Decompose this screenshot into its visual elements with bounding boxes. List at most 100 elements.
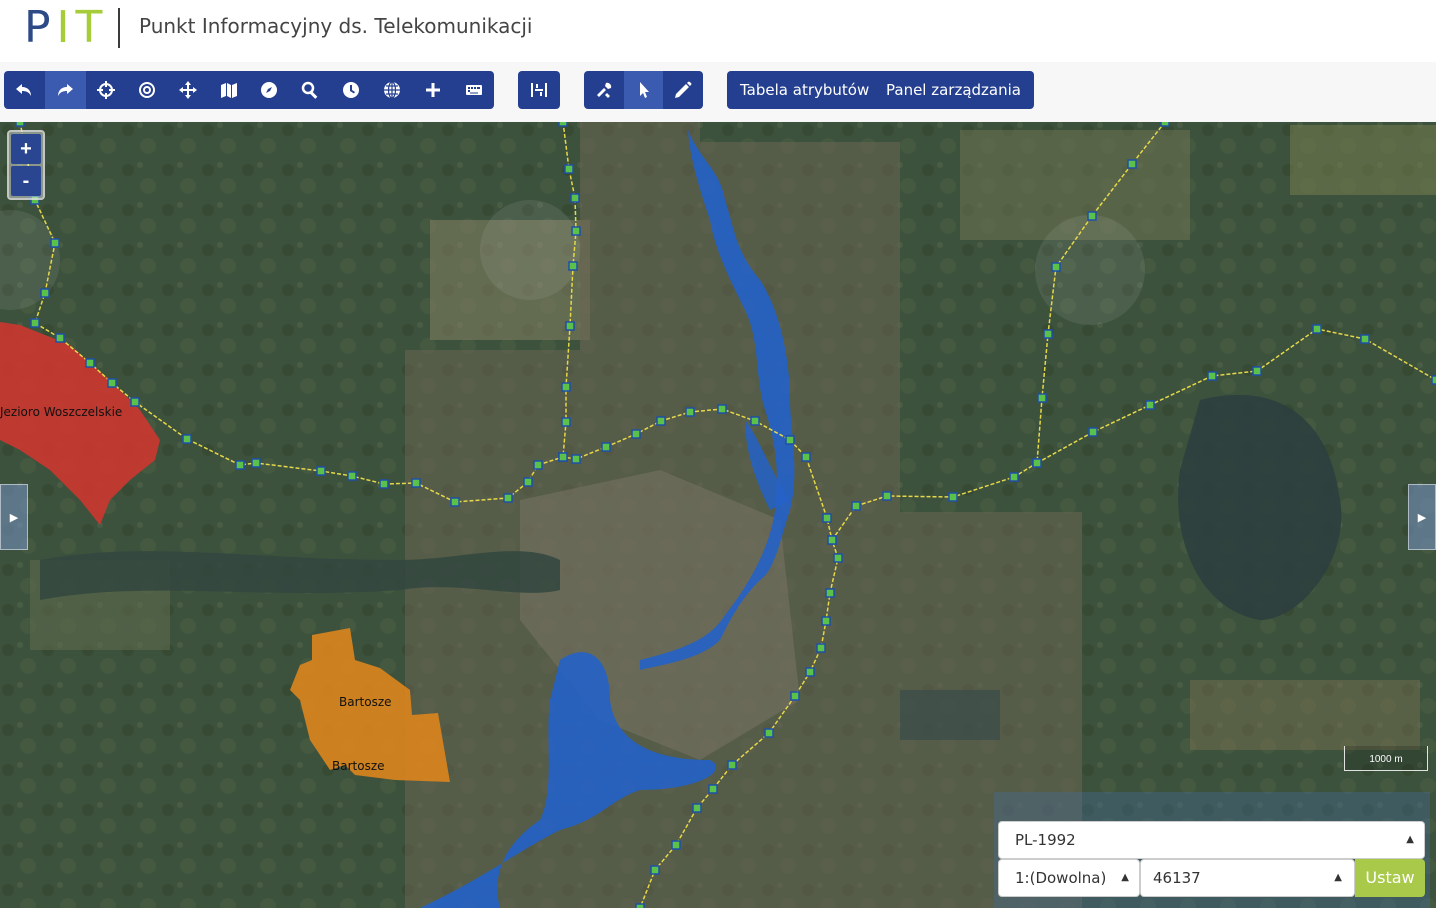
network-node[interactable] xyxy=(821,616,831,626)
network-node[interactable] xyxy=(764,728,774,738)
network-node[interactable] xyxy=(650,865,660,875)
search-button[interactable] xyxy=(290,71,331,109)
network-node[interactable] xyxy=(816,643,826,653)
keyboard-button[interactable] xyxy=(453,71,494,109)
network-node[interactable] xyxy=(1360,334,1370,344)
network-node[interactable] xyxy=(1160,122,1170,127)
network-node[interactable] xyxy=(1087,211,1097,221)
zoom-out-button[interactable]: - xyxy=(11,166,41,196)
network-node[interactable] xyxy=(833,553,843,563)
network-node[interactable] xyxy=(601,442,611,452)
scale-select[interactable]: 1:(Dowolna) ▲ xyxy=(998,859,1140,897)
network-node[interactable] xyxy=(805,667,815,677)
globe-button[interactable] xyxy=(371,71,412,109)
network-node[interactable] xyxy=(1145,400,1155,410)
network-node[interactable] xyxy=(717,404,727,414)
network-node[interactable] xyxy=(790,691,800,701)
network-node[interactable] xyxy=(1043,329,1053,339)
network-node[interactable] xyxy=(130,397,140,407)
move-button[interactable] xyxy=(167,71,208,109)
network-node[interactable] xyxy=(411,478,421,488)
network-node[interactable] xyxy=(1051,262,1061,272)
network-node[interactable] xyxy=(523,477,533,487)
undo-button[interactable] xyxy=(4,71,45,109)
network-node[interactable] xyxy=(1127,159,1137,169)
network-node[interactable] xyxy=(750,416,760,426)
network-node[interactable] xyxy=(851,501,861,511)
network-node[interactable] xyxy=(85,358,95,368)
network-node[interactable] xyxy=(570,193,580,203)
network-node[interactable] xyxy=(785,435,795,445)
network-node[interactable] xyxy=(450,497,460,507)
attributes-table-button[interactable]: Tabela atrybutów xyxy=(727,71,883,109)
tools-button[interactable] xyxy=(584,71,624,109)
network-node[interactable] xyxy=(347,471,357,481)
pencil-button[interactable] xyxy=(663,71,703,109)
left-panel-toggle[interactable]: ▶ xyxy=(0,484,28,550)
network-node[interactable] xyxy=(1088,427,1098,437)
network-node[interactable] xyxy=(708,784,718,794)
network-node[interactable] xyxy=(827,535,837,545)
network-node[interactable] xyxy=(40,288,50,298)
network-node[interactable] xyxy=(1009,472,1019,482)
network-node[interactable] xyxy=(564,164,574,174)
network-node[interactable] xyxy=(561,382,571,392)
network-node[interactable] xyxy=(15,122,25,127)
network-node[interactable] xyxy=(635,903,645,908)
network-node[interactable] xyxy=(671,840,681,850)
network-node[interactable] xyxy=(558,122,568,127)
network-node[interactable] xyxy=(50,238,60,248)
network-node[interactable] xyxy=(561,417,571,427)
network-node[interactable] xyxy=(55,333,65,343)
crs-select[interactable]: PL-1992 ▲ xyxy=(998,821,1425,859)
clock-button[interactable] xyxy=(331,71,372,109)
management-panel-button[interactable]: Panel zarządzania xyxy=(873,71,1034,109)
zoom-in-button[interactable]: + xyxy=(11,134,41,164)
pit-logo[interactable]: PIT xyxy=(24,4,108,52)
network-node[interactable] xyxy=(503,493,513,503)
network-node[interactable] xyxy=(656,416,666,426)
compass-button[interactable] xyxy=(249,71,290,109)
network-node[interactable] xyxy=(1032,458,1042,468)
map-button[interactable] xyxy=(208,71,249,109)
target-button[interactable] xyxy=(126,71,167,109)
network-node[interactable] xyxy=(182,434,192,444)
network-node[interactable] xyxy=(251,458,261,468)
crosshair-button[interactable] xyxy=(86,71,127,109)
network-node[interactable] xyxy=(822,513,832,523)
pointer-button[interactable] xyxy=(623,71,664,109)
network-node[interactable] xyxy=(882,491,892,501)
network-node[interactable] xyxy=(1312,324,1322,334)
network-node[interactable] xyxy=(565,321,575,331)
add-button[interactable] xyxy=(412,71,453,109)
network-node[interactable] xyxy=(316,466,326,476)
network-node[interactable] xyxy=(631,429,641,439)
network-node[interactable] xyxy=(1252,366,1262,376)
network-node[interactable] xyxy=(568,261,578,271)
scale-value-input[interactable]: 46137 ▲ xyxy=(1140,859,1355,897)
network-node[interactable] xyxy=(1207,371,1217,381)
network-node[interactable] xyxy=(727,760,737,770)
network-node[interactable] xyxy=(571,226,581,236)
set-scale-button[interactable]: Ustaw xyxy=(1355,859,1425,897)
network-node[interactable] xyxy=(235,460,245,470)
network-node[interactable] xyxy=(30,318,40,328)
network-node[interactable] xyxy=(1037,393,1047,403)
redo-button[interactable] xyxy=(44,71,86,109)
network-node[interactable] xyxy=(685,407,695,417)
right-panel-toggle[interactable]: ▶ xyxy=(1408,484,1436,550)
network-node[interactable] xyxy=(948,492,958,502)
network-node[interactable] xyxy=(107,378,117,388)
network-node[interactable] xyxy=(692,803,702,813)
network-node[interactable] xyxy=(558,452,568,462)
app-header: PIT Punkt Informacyjny ds. Telekomunikac… xyxy=(0,0,1436,62)
network-node[interactable] xyxy=(533,460,543,470)
spinner-icon[interactable]: ▲ xyxy=(1334,860,1342,896)
measure-button[interactable] xyxy=(518,71,559,109)
network-node[interactable] xyxy=(571,454,581,464)
map-canvas[interactable]: Jezioro Woszczelskie Bartosze Bartosze xyxy=(0,122,1436,908)
network-node[interactable] xyxy=(1431,375,1436,385)
network-node[interactable] xyxy=(801,452,811,462)
network-node[interactable] xyxy=(379,479,389,489)
network-node[interactable] xyxy=(825,588,835,598)
